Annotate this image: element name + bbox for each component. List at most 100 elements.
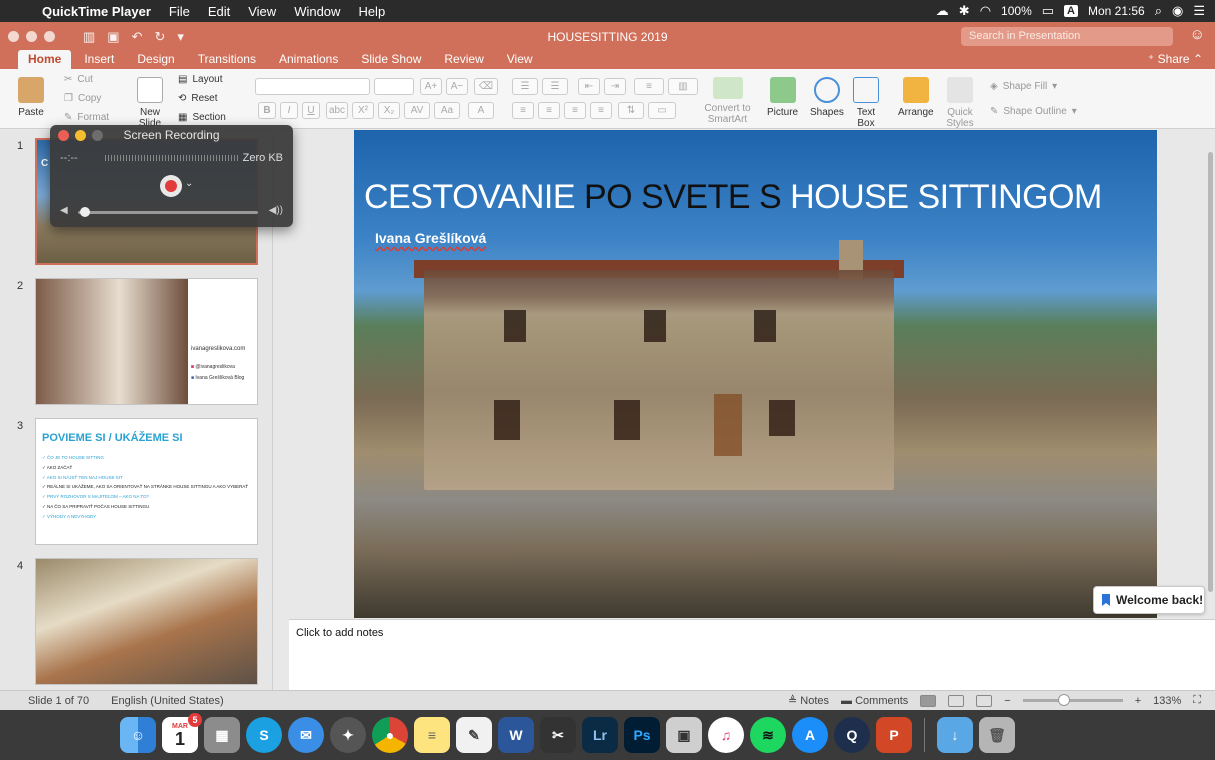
quicktime-dock-icon[interactable]: Q xyxy=(834,717,870,753)
redo-icon[interactable]: ↻ xyxy=(155,29,166,45)
menu-view[interactable]: View xyxy=(239,4,285,19)
mail-dock-icon[interactable]: ✉ xyxy=(288,717,324,753)
menu-edit[interactable]: Edit xyxy=(199,4,239,19)
shapes-button[interactable]: Shapes xyxy=(810,77,844,118)
powerpoint-dock-icon[interactable]: P xyxy=(876,717,912,753)
welcome-back-bookmark[interactable]: Welcome back! xyxy=(1093,586,1205,614)
text-direction-button[interactable]: ⇅ xyxy=(618,102,644,119)
volume-slider-knob[interactable] xyxy=(80,207,90,217)
share-button[interactable]: ⁺ Share ⌃ xyxy=(1148,52,1203,66)
justify-button[interactable]: ≡ xyxy=(590,102,612,119)
menu-help[interactable]: Help xyxy=(349,4,394,19)
zoom-level[interactable]: 133% xyxy=(1153,695,1181,707)
save-icon[interactable]: ▣ xyxy=(107,29,119,45)
calculator-dock-icon[interactable]: ▦ xyxy=(204,717,240,753)
slide-thumbnail-2[interactable]: ivanagreslikova.com ◙ @ivanagreslikova ■… xyxy=(35,278,258,405)
underline-button[interactable]: U xyxy=(302,102,320,119)
convert-to-smartart-button[interactable]: Convert to SmartArt xyxy=(700,77,755,125)
notes-toggle-button[interactable]: ≜ Notes xyxy=(788,694,829,707)
final-cut-dock-icon[interactable]: ✂ xyxy=(540,717,576,753)
slide-subtitle[interactable]: Ivana Grešlíková xyxy=(375,230,486,246)
text-box-button[interactable]: Text Box xyxy=(853,77,879,129)
bullets-button[interactable]: ☰ xyxy=(512,78,538,95)
battery-percent[interactable]: 100% xyxy=(1001,4,1032,18)
slide-title[interactable]: CESTOVANIE PO SVETE S HOUSE SITTINGOM xyxy=(364,178,1154,217)
zoom-window-button[interactable] xyxy=(44,31,55,42)
align-left-button[interactable]: ≡ xyxy=(512,102,534,119)
downloads-folder-dock-icon[interactable]: ↓ xyxy=(937,717,973,753)
shape-outline-button[interactable]: ✎ Shape Outline ▾ xyxy=(990,106,1077,117)
format-painter-button[interactable]: ✎ Format xyxy=(64,112,109,123)
feedback-smiley-icon[interactable]: ☺ xyxy=(1190,26,1205,43)
tab-insert[interactable]: Insert xyxy=(74,50,124,69)
arrange-button[interactable]: Arrange xyxy=(898,77,934,118)
recording-options-chevron-icon[interactable]: ⌄ xyxy=(185,178,193,189)
record-button[interactable] xyxy=(160,175,182,197)
copy-button[interactable]: ❐ Copy xyxy=(64,93,101,104)
menu-app-name[interactable]: QuickTime Player xyxy=(36,4,160,19)
tab-home[interactable]: Home xyxy=(18,50,72,69)
textedit-dock-icon[interactable]: ✎ xyxy=(456,717,492,753)
new-slide-button[interactable]: New Slide xyxy=(134,77,166,129)
reading-view-button[interactable] xyxy=(976,694,993,707)
layout-button[interactable]: ▤ Layout xyxy=(178,74,222,85)
tab-design[interactable]: Design xyxy=(127,50,184,69)
zoom-slider-knob[interactable] xyxy=(1057,694,1070,706)
trash-dock-icon[interactable]: 🗑 xyxy=(979,717,1015,753)
undo-icon[interactable]: ↶ xyxy=(132,29,143,45)
increase-indent-button[interactable]: ⇥ xyxy=(604,78,626,95)
font-size-select[interactable] xyxy=(374,78,414,95)
normal-view-button[interactable] xyxy=(920,694,937,707)
notification-center-icon[interactable]: ☰ xyxy=(1193,3,1205,19)
slide-sorter-view-button[interactable] xyxy=(948,694,965,707)
columns-button[interactable]: ▥ xyxy=(668,78,698,95)
align-right-button[interactable]: ≡ xyxy=(564,102,586,119)
increase-font-size-button[interactable]: A+ xyxy=(420,78,442,95)
photoshop-dock-icon[interactable]: Ps xyxy=(624,717,660,753)
slide-thumbnail-3[interactable]: POVIEME SI / UKÁŽEME SI ✓ ČO JE TO HOUSE… xyxy=(35,418,258,545)
section-button[interactable]: ▦ Section xyxy=(178,112,226,123)
customize-toolbar-icon[interactable]: ▾ xyxy=(177,29,184,45)
character-spacing-button[interactable]: AV xyxy=(404,102,430,119)
battery-icon[interactable]: ▭ xyxy=(1042,3,1054,19)
align-center-button[interactable]: ≡ xyxy=(538,102,560,119)
strikethrough-button[interactable]: abc xyxy=(326,102,348,119)
tab-review[interactable]: Review xyxy=(434,50,493,69)
comments-toggle-button[interactable]: ▬ Comments xyxy=(841,695,908,707)
preview-dock-icon[interactable]: ▣ xyxy=(666,717,702,753)
clear-formatting-button[interactable]: ⌫ xyxy=(474,78,498,95)
volume-slider[interactable] xyxy=(78,211,258,214)
spotlight-search-icon[interactable]: ⌕ xyxy=(1155,3,1162,19)
minimize-window-button[interactable] xyxy=(26,31,37,42)
zoom-slider[interactable] xyxy=(1022,694,1123,706)
tab-transitions[interactable]: Transitions xyxy=(188,50,266,69)
input-source-badge[interactable]: A xyxy=(1064,5,1078,17)
finder-dock-icon[interactable]: ☺ xyxy=(120,717,156,753)
current-slide[interactable]: CESTOVANIE PO SVETE S HOUSE SITTINGOM Iv… xyxy=(354,130,1157,618)
zoom-out-button[interactable]: − xyxy=(1004,695,1010,707)
notes-pane[interactable]: Click to add notes xyxy=(289,619,1215,690)
bold-button[interactable]: B xyxy=(258,102,276,119)
menu-file[interactable]: File xyxy=(160,4,199,19)
reset-button[interactable]: ⟲ Reset xyxy=(178,93,218,104)
search-in-presentation-input[interactable]: Search in Presentation xyxy=(961,27,1173,46)
lightroom-dock-icon[interactable]: Lr xyxy=(582,717,618,753)
quick-styles-button[interactable]: Quick Styles xyxy=(944,77,976,129)
skype-dock-icon[interactable]: S xyxy=(246,717,282,753)
italic-button[interactable]: I xyxy=(280,102,298,119)
align-text-button[interactable]: ▭ xyxy=(648,102,676,119)
bluetooth-icon[interactable]: ✱ xyxy=(959,3,970,19)
numbering-button[interactable]: ☰ xyxy=(542,78,568,95)
change-case-button[interactable]: Aa xyxy=(434,102,460,119)
notes-dock-icon[interactable]: ≡ xyxy=(414,717,450,753)
canvas-vertical-scrollbar[interactable] xyxy=(1208,152,1213,592)
picture-button[interactable]: Picture xyxy=(767,77,798,118)
chrome-dock-icon[interactable]: ● xyxy=(372,717,408,753)
fit-to-window-icon[interactable]: ⛶ xyxy=(1193,694,1201,707)
menubar-clock[interactable]: Mon 21:56 xyxy=(1088,4,1145,18)
spotify-dock-icon[interactable]: ≋ xyxy=(750,717,786,753)
menu-window[interactable]: Window xyxy=(285,4,349,19)
launchpad-dock-icon[interactable]: ✦ xyxy=(330,717,366,753)
cut-button[interactable]: ✂ Cut xyxy=(64,74,93,85)
line-spacing-button[interactable]: ≡ xyxy=(634,78,664,95)
